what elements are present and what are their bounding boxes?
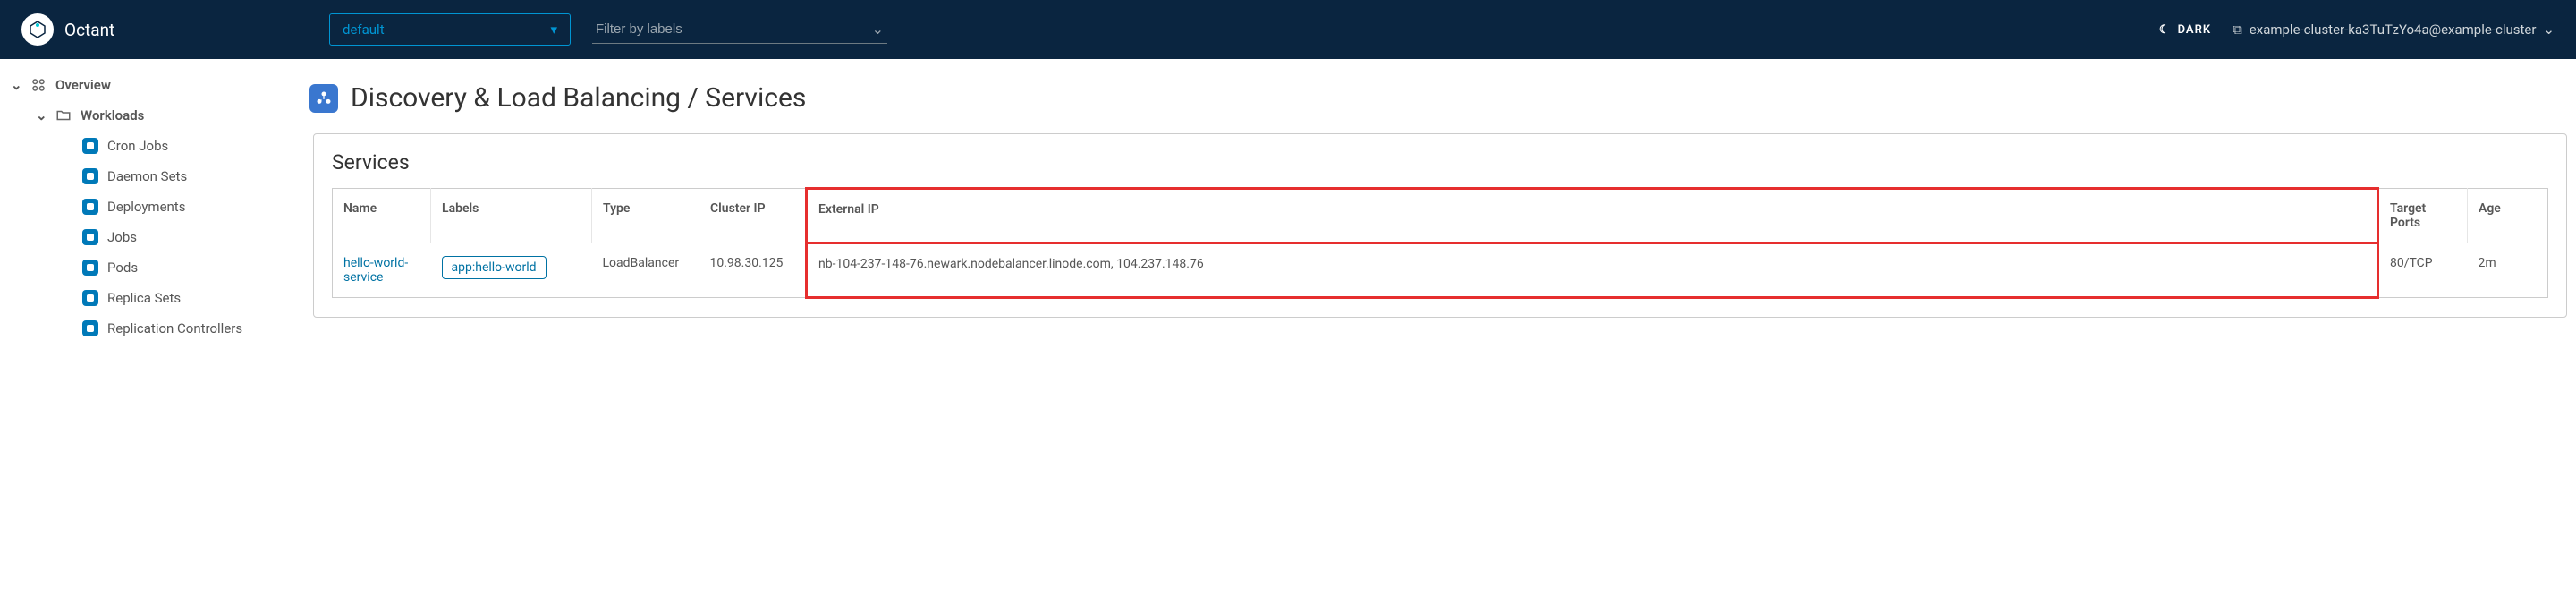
cluster-select[interactable]: ⧉ example-cluster-ka3TuTzYo4a@example-cl…: [2233, 21, 2555, 38]
chevron-down-icon: ⌄: [36, 107, 47, 123]
panel-title: Services: [332, 150, 2548, 175]
sidebar-item-cronjobs[interactable]: Cron Jobs: [0, 131, 304, 161]
col-header-type[interactable]: Type: [592, 189, 699, 243]
sidebar: ⌄ Overview ⌄ Workloads Cron Jobs Daemon …: [0, 59, 304, 354]
sidebar-item-replicationcontrollers[interactable]: Replication Controllers: [0, 313, 304, 344]
filter-labels-input[interactable]: [596, 21, 872, 37]
sidebar-item-workloads[interactable]: ⌄ Workloads: [0, 100, 304, 131]
sidebar-label: Workloads: [80, 107, 144, 123]
resource-icon: [82, 199, 98, 215]
col-header-clusterip[interactable]: Cluster IP: [699, 189, 807, 243]
cluster-icon: ⧉: [2233, 21, 2242, 38]
services-panel: Services Name Labels Type Cluster IP Ext…: [313, 133, 2567, 318]
service-externalip-cell: nb-104-237-148-76.newark.nodebalancer.li…: [807, 243, 2378, 298]
sidebar-label: Replication Controllers: [107, 320, 242, 336]
sidebar-label: Jobs: [107, 229, 137, 245]
moon-icon: ☾: [2159, 23, 2171, 37]
sidebar-item-overview[interactable]: ⌄ Overview: [0, 70, 304, 100]
app-name: Octant: [64, 20, 114, 40]
resource-icon: [82, 320, 98, 336]
service-type-cell: LoadBalancer: [592, 243, 699, 298]
col-header-age[interactable]: Age: [2468, 189, 2548, 243]
sidebar-item-pods[interactable]: Pods: [0, 252, 304, 283]
folder-icon: [55, 107, 72, 123]
sidebar-item-replicasets[interactable]: Replica Sets: [0, 283, 304, 313]
main-content: Discovery & Load Balancing / Services Se…: [304, 59, 2576, 354]
dark-mode-toggle[interactable]: ☾ DARK: [2159, 23, 2211, 37]
octant-logo-icon: [21, 13, 54, 46]
resource-icon: [82, 260, 98, 276]
namespace-value: default: [343, 21, 385, 38]
sidebar-label: Replica Sets: [107, 290, 181, 306]
col-header-labels[interactable]: Labels: [431, 189, 592, 243]
page-title: Discovery & Load Balancing / Services: [351, 82, 806, 114]
topbar: Octant default ▾ ⌄ ☾ DARK ⧉ example-clus…: [0, 0, 2576, 59]
page-header: Discovery & Load Balancing / Services: [304, 77, 2576, 133]
table-row: hello-world-service app:hello-world Load…: [333, 243, 2548, 298]
dark-label: DARK: [2178, 23, 2212, 37]
resource-icon: [82, 229, 98, 245]
sidebar-item-daemonsets[interactable]: Daemon Sets: [0, 161, 304, 192]
col-header-externalip[interactable]: External IP: [807, 189, 2378, 243]
services-table: Name Labels Type Cluster IP External IP …: [332, 187, 2548, 299]
chevron-down-icon: ⌄: [872, 21, 884, 38]
sidebar-item-deployments[interactable]: Deployments: [0, 192, 304, 222]
resource-icon: [82, 168, 98, 184]
overview-icon: [30, 77, 47, 93]
col-header-name[interactable]: Name: [333, 189, 431, 243]
service-labels-cell: app:hello-world: [431, 243, 592, 298]
filter-labels-wrap[interactable]: ⌄: [592, 15, 887, 44]
chevron-down-icon: ⌄: [11, 77, 21, 93]
sidebar-item-jobs[interactable]: Jobs: [0, 222, 304, 252]
sidebar-label: Overview: [55, 77, 111, 93]
service-targetports-cell: 80/TCP: [2378, 243, 2468, 298]
col-header-targetports[interactable]: Target Ports: [2378, 189, 2468, 243]
chevron-down-icon: ▾: [550, 21, 557, 38]
namespace-select[interactable]: default ▾: [329, 13, 571, 46]
sidebar-label: Cron Jobs: [107, 138, 168, 154]
sidebar-label: Pods: [107, 260, 138, 276]
resource-icon: [82, 290, 98, 306]
logo-section: Octant: [21, 13, 308, 46]
service-name-link[interactable]: hello-world-service: [333, 243, 431, 298]
resource-icon: [82, 138, 98, 154]
cluster-name: example-cluster-ka3TuTzYo4a@example-clus…: [2250, 21, 2537, 38]
sidebar-label: Daemon Sets: [107, 168, 187, 184]
service-clusterip-cell: 10.98.30.125: [699, 243, 807, 298]
sidebar-label: Deployments: [107, 199, 185, 215]
services-icon: [309, 84, 338, 113]
chevron-down-icon: ⌄: [2543, 21, 2555, 38]
service-age-cell: 2m: [2468, 243, 2548, 298]
label-pill[interactable]: app:hello-world: [442, 256, 547, 279]
